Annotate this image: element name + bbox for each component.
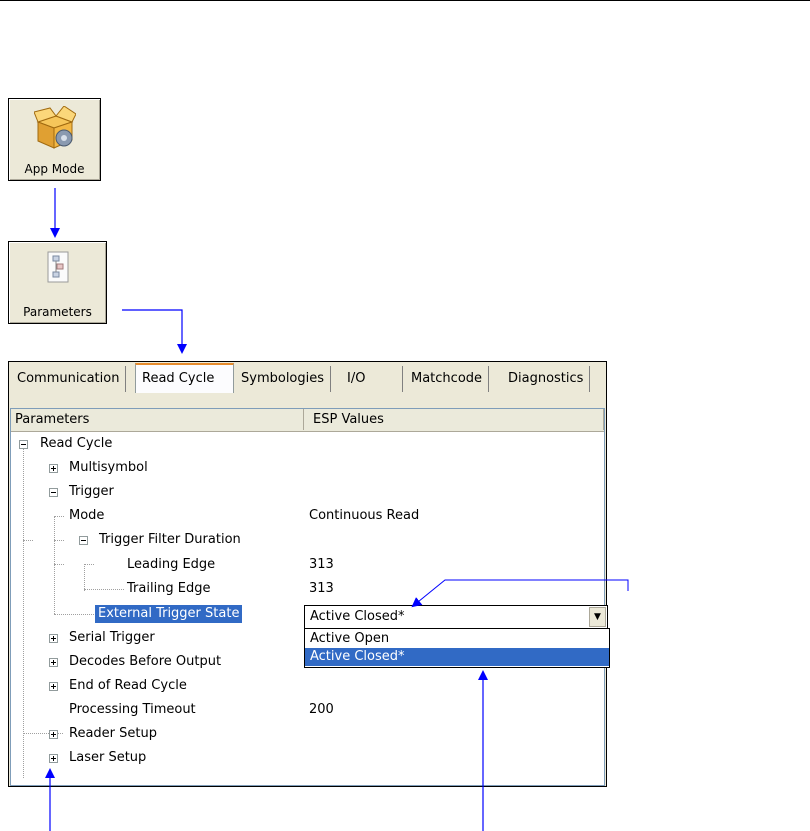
tree-item-trigger[interactable]: Trigger	[69, 480, 114, 504]
tree-line	[54, 564, 64, 565]
parameters-label: Parameters	[23, 305, 92, 319]
collapse-icon[interactable]	[49, 488, 58, 497]
tree-item-laser-setup[interactable]: Laser Setup	[69, 746, 146, 770]
expand-icon[interactable]	[49, 658, 58, 667]
tree-line	[23, 444, 24, 778]
tree-item-leading-edge[interactable]: Leading Edge	[127, 553, 215, 577]
value-processing-timeout[interactable]: 200	[309, 698, 334, 722]
tree-line	[84, 589, 124, 590]
expand-icon[interactable]	[49, 682, 58, 691]
tab-matchcode[interactable]: Matchcode	[405, 366, 490, 392]
arrow-parameters-to-read-cycle-tab	[122, 309, 187, 354]
tree-line	[84, 564, 85, 591]
tab-bar: Communication Read Cycle Symbologies I/O…	[9, 362, 606, 408]
tree-line	[23, 540, 33, 541]
parameters-icon	[45, 251, 71, 289]
expand-icon[interactable]	[49, 464, 58, 473]
tree-header: Parameters ESP Values	[11, 409, 604, 432]
app-mode-button[interactable]: App Mode	[8, 98, 101, 181]
expand-icon[interactable]	[49, 634, 58, 643]
tree-item-external-trigger-state[interactable]: External Trigger State	[95, 602, 303, 626]
app-mode-label: App Mode	[24, 162, 85, 176]
tree-item-serial-trigger[interactable]: Serial Trigger	[69, 626, 155, 650]
tree-item-read-cycle[interactable]: Read Cycle	[40, 432, 112, 456]
value-leading-edge[interactable]: 313	[309, 553, 334, 577]
value-mode[interactable]: Continuous Read	[309, 504, 419, 528]
tab-diagnostics[interactable]: Diagnostics	[502, 366, 591, 392]
tree-item-decodes-before-output[interactable]: Decodes Before Output	[69, 650, 221, 674]
value-trailing-edge[interactable]: 313	[309, 577, 334, 601]
tree-item-trigger-filter-duration[interactable]: Trigger Filter Duration	[99, 528, 241, 552]
tab-read-cycle[interactable]: Read Cycle	[135, 363, 234, 393]
parameter-tree: Parameters ESP Values Read Cycle Multisy…	[10, 408, 610, 786]
tree-line	[54, 516, 55, 614]
collapse-icon[interactable]	[19, 440, 28, 449]
tree-item-end-of-read-cycle[interactable]: End of Read Cycle	[69, 674, 187, 698]
chevron-down-icon[interactable]: ▼	[589, 607, 606, 627]
page-top-rule	[0, 0, 810, 1]
expand-icon[interactable]	[49, 754, 58, 763]
option-active-open[interactable]: Active Open	[305, 630, 609, 648]
tree-line	[84, 564, 94, 565]
external-trigger-state-select[interactable]: Active Closed* ▼	[304, 605, 608, 629]
option-active-closed[interactable]: Active Closed*	[305, 648, 609, 666]
tree-item-trailing-edge[interactable]: Trailing Edge	[127, 577, 211, 601]
tab-io[interactable]: I/O	[341, 366, 403, 392]
select-value: Active Closed*	[310, 609, 405, 624]
selected-label: External Trigger State	[95, 605, 243, 623]
collapse-icon[interactable]	[79, 536, 88, 545]
column-header-parameters[interactable]: Parameters	[11, 409, 304, 430]
parameters-window: Communication Read Cycle Symbologies I/O…	[8, 361, 610, 787]
tree-item-processing-timeout[interactable]: Processing Timeout	[69, 698, 196, 722]
tree-item-multisymbol[interactable]: Multisymbol	[69, 456, 148, 480]
tree-item-mode[interactable]: Mode	[69, 504, 104, 528]
tree-item-reader-setup[interactable]: Reader Setup	[69, 722, 157, 746]
parameters-button[interactable]: Parameters	[8, 241, 107, 324]
tree-line	[54, 516, 64, 517]
column-header-esp-values[interactable]: ESP Values	[304, 409, 604, 430]
tree-line	[54, 614, 94, 615]
select-dropdown-list: Active Open Active Closed*	[304, 628, 610, 668]
tab-symbologies[interactable]: Symbologies	[235, 366, 332, 392]
expand-icon[interactable]	[49, 730, 58, 739]
app-mode-icon	[32, 105, 77, 154]
tree-line	[54, 540, 64, 541]
tab-communication[interactable]: Communication	[11, 366, 127, 392]
